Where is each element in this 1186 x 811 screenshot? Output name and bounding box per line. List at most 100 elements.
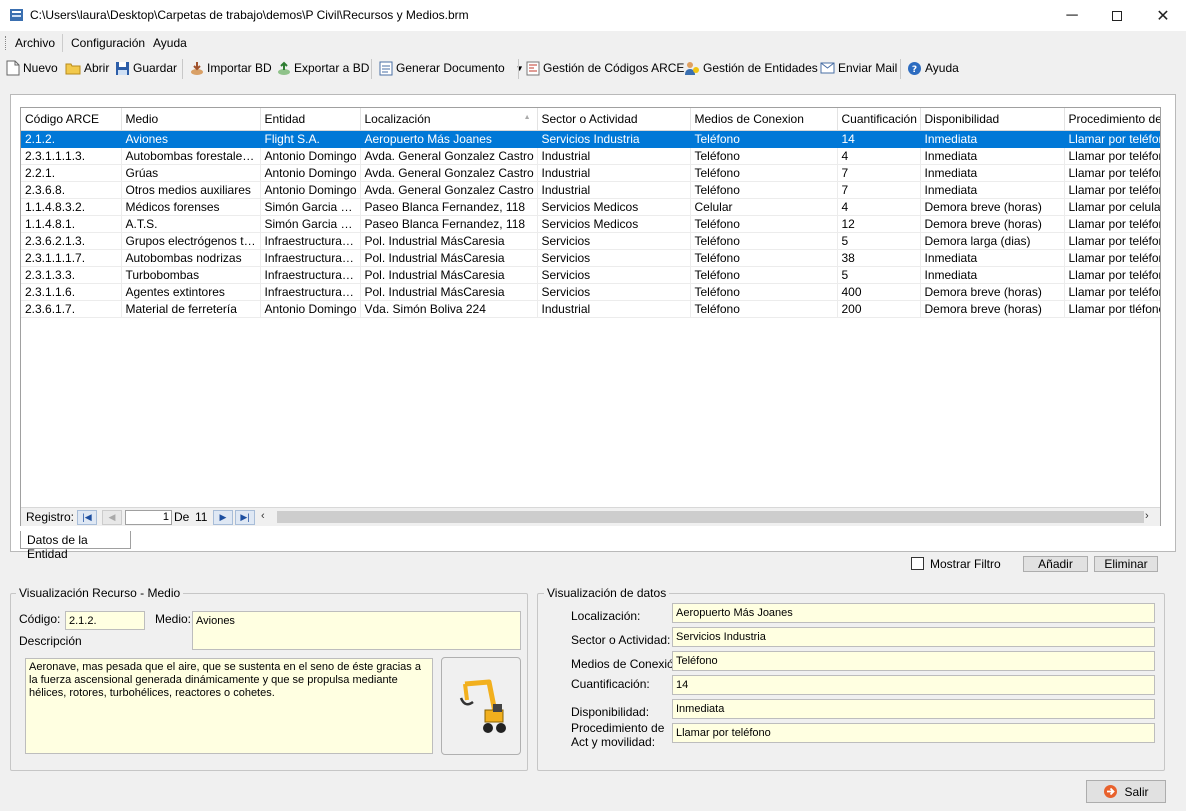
table-cell[interactable]: 12 <box>837 215 921 233</box>
table-cell[interactable]: Inmediata <box>920 266 1065 284</box>
table-cell[interactable]: 5 <box>837 266 921 284</box>
table-cell[interactable]: 2.3.6.8. <box>21 181 122 199</box>
anadir-button[interactable]: Añadir <box>1023 556 1088 572</box>
table-cell[interactable]: 1.1.4.8.1. <box>21 215 122 233</box>
table-cell[interactable]: Industrial <box>537 164 691 182</box>
table-cell[interactable]: Servicios Industria <box>537 130 691 148</box>
table-row[interactable]: 2.3.6.2.1.3. Grupos electrógenos tra... In… <box>21 232 1160 250</box>
table-cell[interactable]: 4 <box>837 147 921 165</box>
table-cell[interactable]: 2.2.1. <box>21 164 122 182</box>
table-cell[interactable]: Flight S.A. <box>260 130 361 148</box>
table-cell[interactable]: Infraestructuras ... <box>260 249 361 267</box>
datos-field[interactable]: Llamar por teléfono <box>672 723 1155 743</box>
table-row[interactable]: 2.3.1.3.3. Turbobombas Infraestructuras ..… <box>21 266 1160 284</box>
table-row[interactable]: 2.3.6.8. Otros medios auxiliares Antonio D… <box>21 181 1160 199</box>
table-cell[interactable]: Infraestructuras ... <box>260 266 361 284</box>
table-cell[interactable]: Industrial <box>537 181 691 199</box>
column-header[interactable]: Sector o Actividad <box>537 108 691 131</box>
next-record-button[interactable]: ▶ <box>213 510 233 525</box>
table-cell[interactable]: Material de ferretería <box>121 300 261 318</box>
table-cell[interactable]: Servicios Medicos <box>537 198 691 216</box>
prev-record-button[interactable]: ◀ <box>102 510 122 525</box>
table-cell[interactable]: Agentes extintores <box>121 283 261 301</box>
record-number-input[interactable]: 1 <box>125 510 172 525</box>
table-cell[interactable]: Servicios <box>537 283 691 301</box>
table-cell[interactable]: Antonio Domingo <box>260 147 361 165</box>
column-header[interactable]: Procedimiento de <box>1064 108 1160 131</box>
menu-archivo[interactable]: Archivo <box>15 36 55 50</box>
guardar-button[interactable]: Guardar <box>115 57 177 79</box>
datos-field[interactable]: Servicios Industria <box>672 627 1155 647</box>
table-cell[interactable]: Llamar por teléfono <box>1064 249 1160 267</box>
table-cell[interactable]: Autobombas forestales li... <box>121 147 261 165</box>
table-cell[interactable]: Otros medios auxiliares <box>121 181 261 199</box>
enviar-mail-button[interactable]: Enviar Mail <box>820 57 897 79</box>
table-cell[interactable]: Demora breve (horas) <box>920 300 1065 318</box>
ayuda-button[interactable]: ? Ayuda <box>907 57 959 79</box>
table-cell[interactable]: 2.3.6.2.1.3. <box>21 232 122 250</box>
table-cell[interactable]: 2.3.1.1.6. <box>21 283 122 301</box>
scroll-right-icon[interactable]: › <box>1145 510 1149 522</box>
table-cell[interactable]: Llamar por teléfono <box>1064 266 1160 284</box>
table-cell[interactable]: Servicios <box>537 232 691 250</box>
table-cell[interactable]: Antonio Domingo <box>260 164 361 182</box>
medio-field[interactable]: Aviones <box>192 611 521 650</box>
table-cell[interactable]: Avda. General Gonzalez Castro <box>360 181 538 199</box>
table-cell[interactable]: Teléfono <box>690 266 838 284</box>
table-cell[interactable]: Simón Garcia Ve... <box>260 215 361 233</box>
table-cell[interactable]: Teléfono <box>690 164 838 182</box>
table-cell[interactable]: Avda. General Gonzalez Castro <box>360 164 538 182</box>
table-row[interactable]: 2.3.6.1.7. Material de ferretería Antonio … <box>21 300 1160 318</box>
column-header[interactable]: Entidad <box>260 108 361 131</box>
scroll-left-icon[interactable]: ‹ <box>261 510 265 522</box>
table-cell[interactable]: 400 <box>837 283 921 301</box>
table-cell[interactable]: 5 <box>837 232 921 250</box>
table-cell[interactable]: Antonio Domingo <box>260 300 361 318</box>
table-cell[interactable]: Grupos electrógenos tra... <box>121 232 261 250</box>
gestion-codigos-button[interactable]: Gestión de Códigos ARCE <box>526 57 684 79</box>
table-cell[interactable]: Vda. Simón Boliva 224 <box>360 300 538 318</box>
table-cell[interactable]: Llamar por teléfono <box>1064 147 1160 165</box>
table-cell[interactable]: 4 <box>837 198 921 216</box>
table-cell[interactable]: 7 <box>837 164 921 182</box>
table-cell[interactable]: Llamar por teléfono <box>1064 283 1160 301</box>
table-cell[interactable]: Avda. General Gonzalez Castro <box>360 147 538 165</box>
menu-configuracion[interactable]: Configuración <box>71 36 145 50</box>
table-cell[interactable]: Llamar por teléfono <box>1064 232 1160 250</box>
table-cell[interactable]: Inmediata <box>920 147 1065 165</box>
close-button[interactable]: ✕ <box>1140 0 1186 31</box>
table-cell[interactable]: Servicios <box>537 266 691 284</box>
table-cell[interactable]: Teléfono <box>690 147 838 165</box>
first-record-button[interactable]: |◀ <box>77 510 97 525</box>
table-cell[interactable]: Pol. Industrial MásCaresia <box>360 283 538 301</box>
column-header[interactable]: Medios de Conexion <box>690 108 838 131</box>
table-cell[interactable]: Aeropuerto Más Joanes <box>360 130 538 148</box>
table-cell[interactable]: Llamar por teléfono <box>1064 215 1160 233</box>
table-cell[interactable]: Teléfono <box>690 283 838 301</box>
table-cell[interactable]: Grúas <box>121 164 261 182</box>
menu-ayuda[interactable]: Ayuda <box>153 36 187 50</box>
table-cell[interactable]: 200 <box>837 300 921 318</box>
table-row[interactable]: 2.3.1.1.1.7. Autobombas nodrizas Infraestr… <box>21 249 1160 267</box>
table-cell[interactable]: Llamar por tléfono <box>1064 300 1160 318</box>
maximize-button[interactable] <box>1094 0 1140 31</box>
table-row[interactable]: 1.1.4.8.3.2. Médicos forenses Simón Garcia… <box>21 198 1160 216</box>
table-cell[interactable]: Industrial <box>537 300 691 318</box>
importar-bd-button[interactable]: Importar BD <box>190 57 272 79</box>
codigo-field[interactable]: 2.1.2. <box>65 611 145 630</box>
table-cell[interactable]: Autobombas nodrizas <box>121 249 261 267</box>
resources-grid[interactable]: Código ARCE Medio Entidad Localización ▲ Sect… <box>20 107 1161 526</box>
table-cell[interactable]: Teléfono <box>690 300 838 318</box>
last-record-button[interactable]: ▶| <box>235 510 255 525</box>
table-cell[interactable]: Pol. Industrial MásCaresia <box>360 249 538 267</box>
table-cell[interactable]: Demora larga (dias) <box>920 232 1065 250</box>
datos-field[interactable]: Teléfono <box>672 651 1155 671</box>
table-cell[interactable]: Antonio Domingo <box>260 181 361 199</box>
table-cell[interactable]: Industrial <box>537 147 691 165</box>
column-header[interactable]: Medio <box>121 108 261 131</box>
table-row[interactable]: 2.2.1. Grúas Antonio Domingo Avda. General … <box>21 164 1160 182</box>
table-row[interactable]: 2.3.1.1.6. Agentes extintores Infraestruct… <box>21 283 1160 301</box>
table-cell[interactable]: 14 <box>837 130 921 148</box>
column-header[interactable]: Código ARCE <box>21 108 122 131</box>
table-cell[interactable]: Teléfono <box>690 232 838 250</box>
